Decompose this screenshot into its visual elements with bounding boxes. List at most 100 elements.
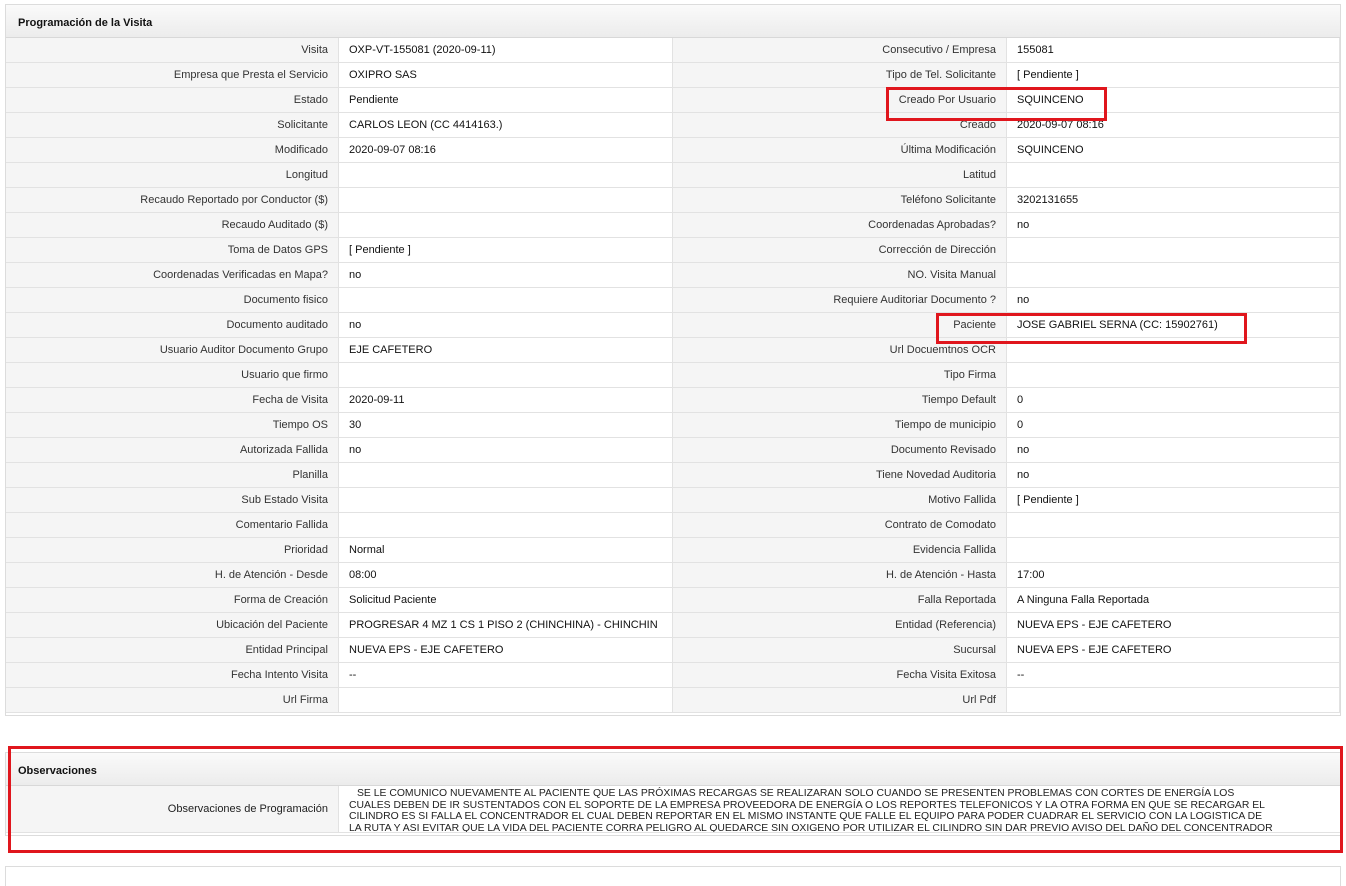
field-value-autorizada-fallida: no — [339, 438, 673, 463]
field-label-consecutivo-empresa: Consecutivo / Empresa — [673, 38, 1007, 63]
field-value-entidad-principal: NUEVA EPS - EJE CAFETERO — [339, 638, 673, 663]
field-value-tiempo-default: 0 — [1007, 388, 1340, 413]
field-label-ubicacion-del-paciente: Ubicación del Paciente — [6, 613, 339, 638]
field-value-ultima-modificacion: SQUINCENO — [1007, 138, 1340, 163]
field-label-entidad-principal: Entidad Principal — [6, 638, 339, 663]
field-label-documento-auditado: Documento auditado — [6, 313, 339, 338]
field-value-telefono-solicitante: 3202131655 — [1007, 188, 1340, 213]
field-label-h-de-atencion-desde: H. de Atención - Desde — [6, 563, 339, 588]
field-value-recaudo-reportado-por-conductor — [339, 188, 673, 213]
field-label-empresa-que-presta-el-servicio: Empresa que Presta el Servicio — [6, 63, 339, 88]
field-label-paciente: Paciente — [673, 313, 1007, 338]
field-value-tipo-firma — [1007, 363, 1340, 388]
field-label-sucursal: Sucursal — [673, 638, 1007, 663]
field-label-tipo-de-tel-solicitante: Tipo de Tel. Solicitante — [673, 63, 1007, 88]
field-label-requiere-auditoriar-documento: Requiere Auditoriar Documento ? — [673, 288, 1007, 313]
field-value-documento-fisico — [339, 288, 673, 313]
field-value-consecutivo-empresa: 155081 — [1007, 38, 1340, 63]
observaciones-line: LA RUTA Y ASI EVITAR QUE LA VIDA DEL PAC… — [349, 822, 1273, 833]
field-value-url-firma — [339, 688, 673, 713]
field-value-motivo-fallida: [ Pendiente ] — [1007, 488, 1340, 513]
field-value-tiempo-os: 30 — [339, 413, 673, 438]
field-label-correccion-de-direccion: Corrección de Dirección — [673, 238, 1007, 263]
field-label-entidad-referencia: Entidad (Referencia) — [673, 613, 1007, 638]
field-value-estado: Pendiente — [339, 88, 673, 113]
field-label-sub-estado-visita: Sub Estado Visita — [6, 488, 339, 513]
observaciones-line: SE LE COMUNICO NUEVAMENTE AL PACIENTE QU… — [357, 788, 1235, 799]
observaciones-panel: Observaciones Observaciones de Programac… — [5, 752, 1341, 836]
field-label-recaudo-auditado: Recaudo Auditado ($) — [6, 213, 339, 238]
observaciones-value: SE LE COMUNICO NUEVAMENTE AL PACIENTE QU… — [339, 786, 1340, 833]
field-label-toma-de-datos-gps: Toma de Datos GPS — [6, 238, 339, 263]
observaciones-label: Observaciones de Programación — [6, 786, 339, 833]
field-label-no-visita-manual: NO. Visita Manual — [673, 263, 1007, 288]
field-value-latitud — [1007, 163, 1340, 188]
field-label-tiene-novedad-auditoria: Tiene Novedad Auditoria — [673, 463, 1007, 488]
field-label-planilla: Planilla — [6, 463, 339, 488]
field-value-usuario-que-firmo — [339, 363, 673, 388]
field-label-usuario-que-firmo: Usuario que firmo — [6, 363, 339, 388]
field-label-comentario-fallida: Comentario Fallida — [6, 513, 339, 538]
field-value-creado-por-usuario: SQUINCENO — [1007, 88, 1340, 113]
field-value-url-docuemtnos-ocr — [1007, 338, 1340, 363]
field-label-creado: Creado — [673, 113, 1007, 138]
field-value-falla-reportada: A Ninguna Falla Reportada — [1007, 588, 1340, 613]
field-value-visita: OXP-VT-155081 (2020-09-11) — [339, 38, 673, 63]
field-label-autorizada-fallida: Autorizada Fallida — [6, 438, 339, 463]
field-value-fecha-intento-visita: -- — [339, 663, 673, 688]
observaciones-row: Observaciones de Programación SE LE COMU… — [6, 786, 1340, 833]
field-value-ubicacion-del-paciente: PROGRESAR 4 MZ 1 CS 1 PISO 2 (CHINCHINA)… — [339, 613, 673, 638]
field-value-h-de-atencion-desde: 08:00 — [339, 563, 673, 588]
field-label-solicitante: Solicitante — [6, 113, 339, 138]
field-value-modificado: 2020-09-07 08:16 — [339, 138, 673, 163]
field-value-documento-revisado: no — [1007, 438, 1340, 463]
field-value-correccion-de-direccion — [1007, 238, 1340, 263]
field-label-h-de-atencion-hasta: H. de Atención - Hasta — [673, 563, 1007, 588]
field-value-contrato-de-comodato — [1007, 513, 1340, 538]
field-value-h-de-atencion-hasta: 17:00 — [1007, 563, 1340, 588]
field-value-toma-de-datos-gps: [ Pendiente ] — [339, 238, 673, 263]
observaciones-line: CUALES DEBEN DE IR SUSTENTADOS CON EL SO… — [349, 799, 1265, 811]
details-grid: Visita OXP-VT-155081 (2020-09-11) Consecut… — [6, 38, 1340, 713]
programacion-panel: Programación de la Visita Visita OXP-VT-1… — [5, 4, 1341, 716]
field-value-url-pdf — [1007, 688, 1340, 713]
field-label-ultima-modificacion: Última Modificación — [673, 138, 1007, 163]
field-label-modificado: Modificado — [6, 138, 339, 163]
field-label-telefono-solicitante: Teléfono Solicitante — [673, 188, 1007, 213]
field-value-paciente: JOSE GABRIEL SERNA (CC: 15902761) — [1007, 313, 1340, 338]
field-value-entidad-referencia: NUEVA EPS - EJE CAFETERO — [1007, 613, 1340, 638]
field-value-sub-estado-visita — [339, 488, 673, 513]
field-label-estado: Estado — [6, 88, 339, 113]
field-label-tiempo-default: Tiempo Default — [673, 388, 1007, 413]
field-value-sucursal: NUEVA EPS - EJE CAFETERO — [1007, 638, 1340, 663]
field-value-planilla — [339, 463, 673, 488]
next-panel-edge — [5, 866, 1341, 886]
field-label-coordenadas-aprobadas: Coordenadas Aprobadas? — [673, 213, 1007, 238]
panel-title: Programación de la Visita — [6, 5, 1340, 38]
field-label-coordenadas-verificadas-en-mapa: Coordenadas Verificadas en Mapa? — [6, 263, 339, 288]
field-label-tipo-firma: Tipo Firma — [673, 363, 1007, 388]
field-label-documento-fisico: Documento fisico — [6, 288, 339, 313]
field-label-usuario-auditor-documento-grupo: Usuario Auditor Documento Grupo — [6, 338, 339, 363]
field-value-usuario-auditor-documento-grupo: EJE CAFETERO — [339, 338, 673, 363]
field-label-prioridad: Prioridad — [6, 538, 339, 563]
field-value-solicitante: CARLOS LEON (CC 4414163.) — [339, 113, 673, 138]
field-value-coordenadas-verificadas-en-mapa: no — [339, 263, 673, 288]
observaciones-title: Observaciones — [6, 753, 1340, 786]
field-label-longitud: Longitud — [6, 163, 339, 188]
field-label-fecha-intento-visita: Fecha Intento Visita — [6, 663, 339, 688]
field-label-tiempo-os: Tiempo OS — [6, 413, 339, 438]
field-value-fecha-visita-exitosa: -- — [1007, 663, 1340, 688]
field-value-comentario-fallida — [339, 513, 673, 538]
field-value-fecha-de-visita: 2020-09-11 — [339, 388, 673, 413]
field-value-documento-auditado: no — [339, 313, 673, 338]
field-label-falla-reportada: Falla Reportada — [673, 588, 1007, 613]
field-value-evidencia-fallida — [1007, 538, 1340, 563]
field-value-recaudo-auditado — [339, 213, 673, 238]
field-label-motivo-fallida: Motivo Fallida — [673, 488, 1007, 513]
field-label-url-docuemtnos-ocr: Url Docuemtnos OCR — [673, 338, 1007, 363]
field-value-creado: 2020-09-07 08:16 — [1007, 113, 1340, 138]
observaciones-line: CILINDRO ES SI FALLA EL CONCENTRADOR EL … — [349, 811, 1263, 822]
field-value-requiere-auditoriar-documento: no — [1007, 288, 1340, 313]
field-label-url-firma: Url Firma — [6, 688, 339, 713]
